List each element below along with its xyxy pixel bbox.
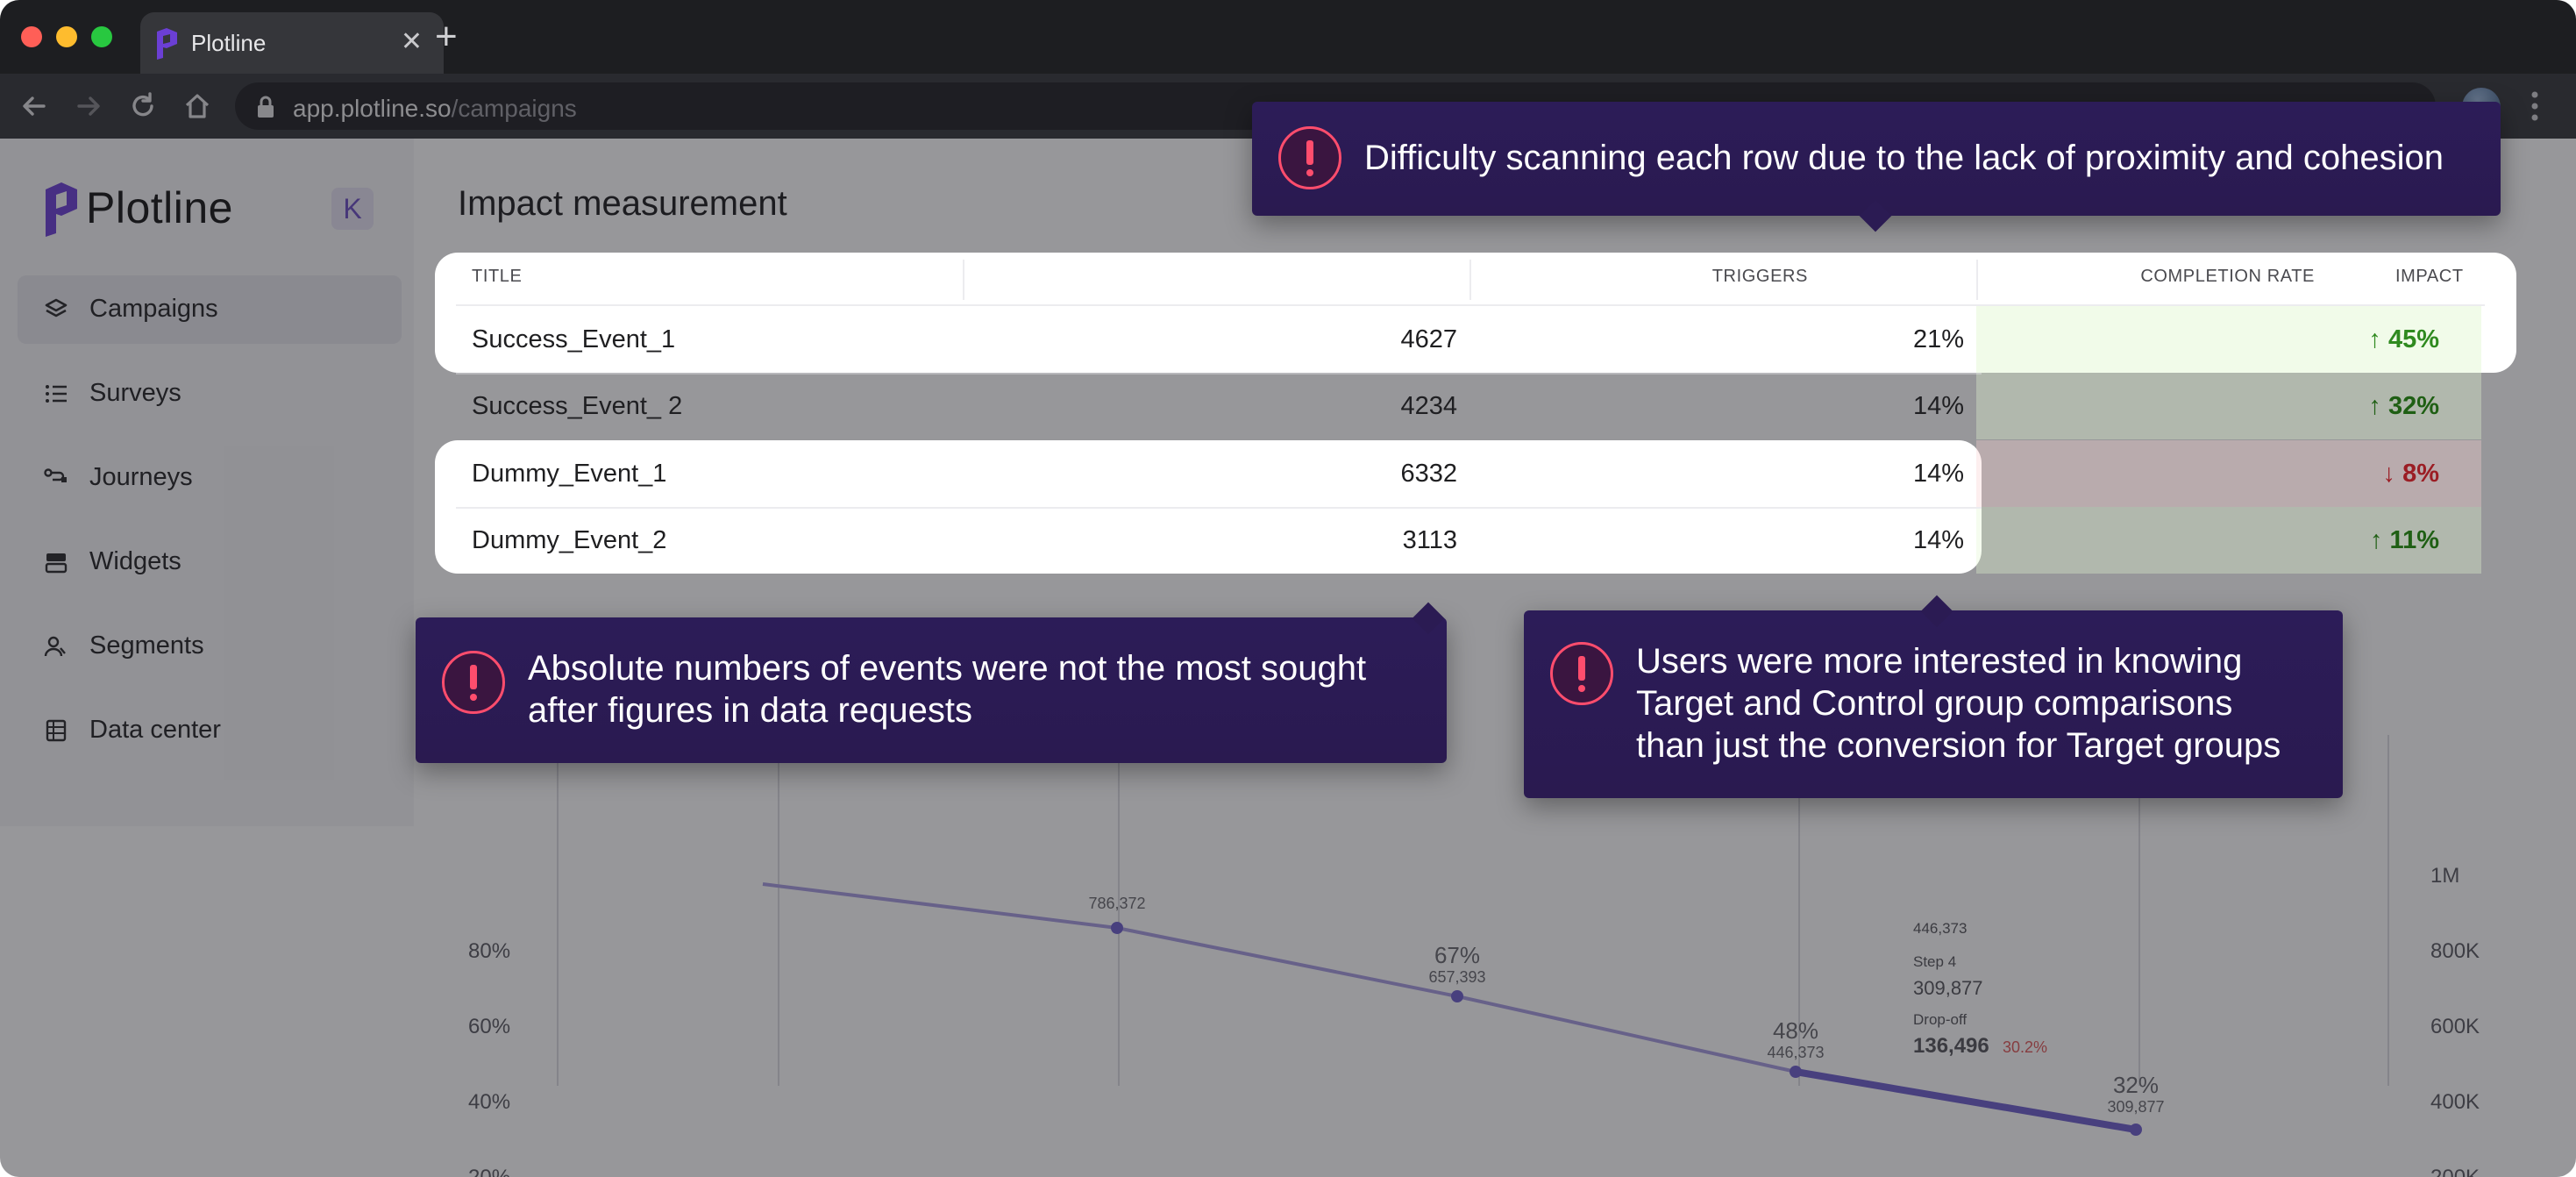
close-window-button[interactable]: [21, 26, 42, 47]
arrow-up-icon: ↑: [2368, 392, 2388, 420]
column-divider: [1976, 260, 1978, 300]
arrow-up-icon: ↑: [2369, 526, 2390, 554]
completion-rate-value: 21%: [1912, 325, 1964, 353]
impact-value: ↓ 8%: [2382, 460, 2439, 488]
callout-text-line: Target and Control group comparisons: [1636, 684, 2233, 723]
column-header-title[interactable]: TITLE: [472, 267, 522, 287]
warning-icon: [442, 651, 505, 714]
warning-icon: [1278, 126, 1341, 189]
impact-table: TITLE TRIGGERS COMPLETION RATE IMPACT Su…: [435, 253, 2516, 574]
triggers-value: 4627: [1400, 325, 1457, 353]
maximize-window-button[interactable]: [91, 26, 112, 47]
arrow-down-icon: ↓: [2382, 460, 2403, 488]
table-row[interactable]: Success_Event_ 2 4234 14% ↑ 32%: [435, 373, 2485, 440]
event-title: Dummy_Event_2: [472, 526, 667, 554]
completion-rate-value: 14%: [1912, 526, 1964, 554]
close-tab-icon[interactable]: ✕: [401, 26, 423, 57]
triggers-value: 6332: [1400, 460, 1457, 488]
new-tab-icon[interactable]: +: [435, 18, 458, 56]
triggers-value: 3113: [1402, 526, 1457, 554]
tab-bar: Plotline ✕ +: [0, 0, 2576, 74]
warning-icon: [1550, 642, 1613, 705]
column-divider: [963, 260, 964, 300]
arrow-up-icon: ↑: [2368, 325, 2388, 353]
callout-absolute-numbers: Absolute numbers of events were not the …: [416, 602, 1447, 763]
table-row[interactable]: Dummy_Event_2 3113 14% ↑ 11%: [435, 507, 2485, 574]
tab-title: Plotline: [191, 30, 267, 56]
event-title: Success_Event_1: [472, 325, 676, 353]
triggers-value: 4234: [1400, 392, 1457, 420]
column-header-completion-rate[interactable]: COMPLETION RATE: [2140, 267, 2315, 287]
callout-text-line: Users were more interested in knowing: [1636, 642, 2243, 681]
column-header-triggers[interactable]: TRIGGERS: [1712, 267, 1808, 287]
callout-text: Difficulty scanning each row due to the …: [1364, 139, 2444, 177]
minimize-window-button[interactable]: [56, 26, 77, 47]
completion-rate-value: 14%: [1912, 460, 1964, 488]
browser-tab[interactable]: Plotline ✕: [140, 12, 444, 74]
table-row[interactable]: Dummy_Event_1 6332 14% ↓ 8%: [435, 440, 2485, 507]
event-title: Success_Event_ 2: [472, 392, 683, 420]
impact-value: ↑ 11%: [2369, 526, 2439, 554]
column-divider: [1469, 260, 1471, 300]
plotline-favicon-icon: [157, 28, 177, 60]
event-title: Dummy_Event_1: [472, 460, 667, 488]
table-row[interactable]: Success_Event_1 4627 21% ↑ 45%: [435, 306, 2485, 373]
callout-target-control: Users were more interested in knowing Ta…: [1524, 595, 2343, 798]
browser-window: Plotline ✕ + app.plotline.so/campaigns P…: [0, 0, 2576, 1177]
callout-text-line: Absolute numbers of events were not the …: [528, 649, 1367, 688]
column-header-impact[interactable]: IMPACT: [2395, 267, 2464, 287]
completion-rate-value: 14%: [1912, 392, 1964, 420]
callout-text-line: after figures in data requests: [528, 691, 972, 730]
callout-proximity: Difficulty scanning each row due to the …: [1252, 102, 2501, 232]
impact-value: ↑ 32%: [2368, 392, 2439, 420]
callout-text-line: than just the conversion for Target grou…: [1636, 726, 2281, 765]
impact-value: ↑ 45%: [2368, 325, 2439, 353]
